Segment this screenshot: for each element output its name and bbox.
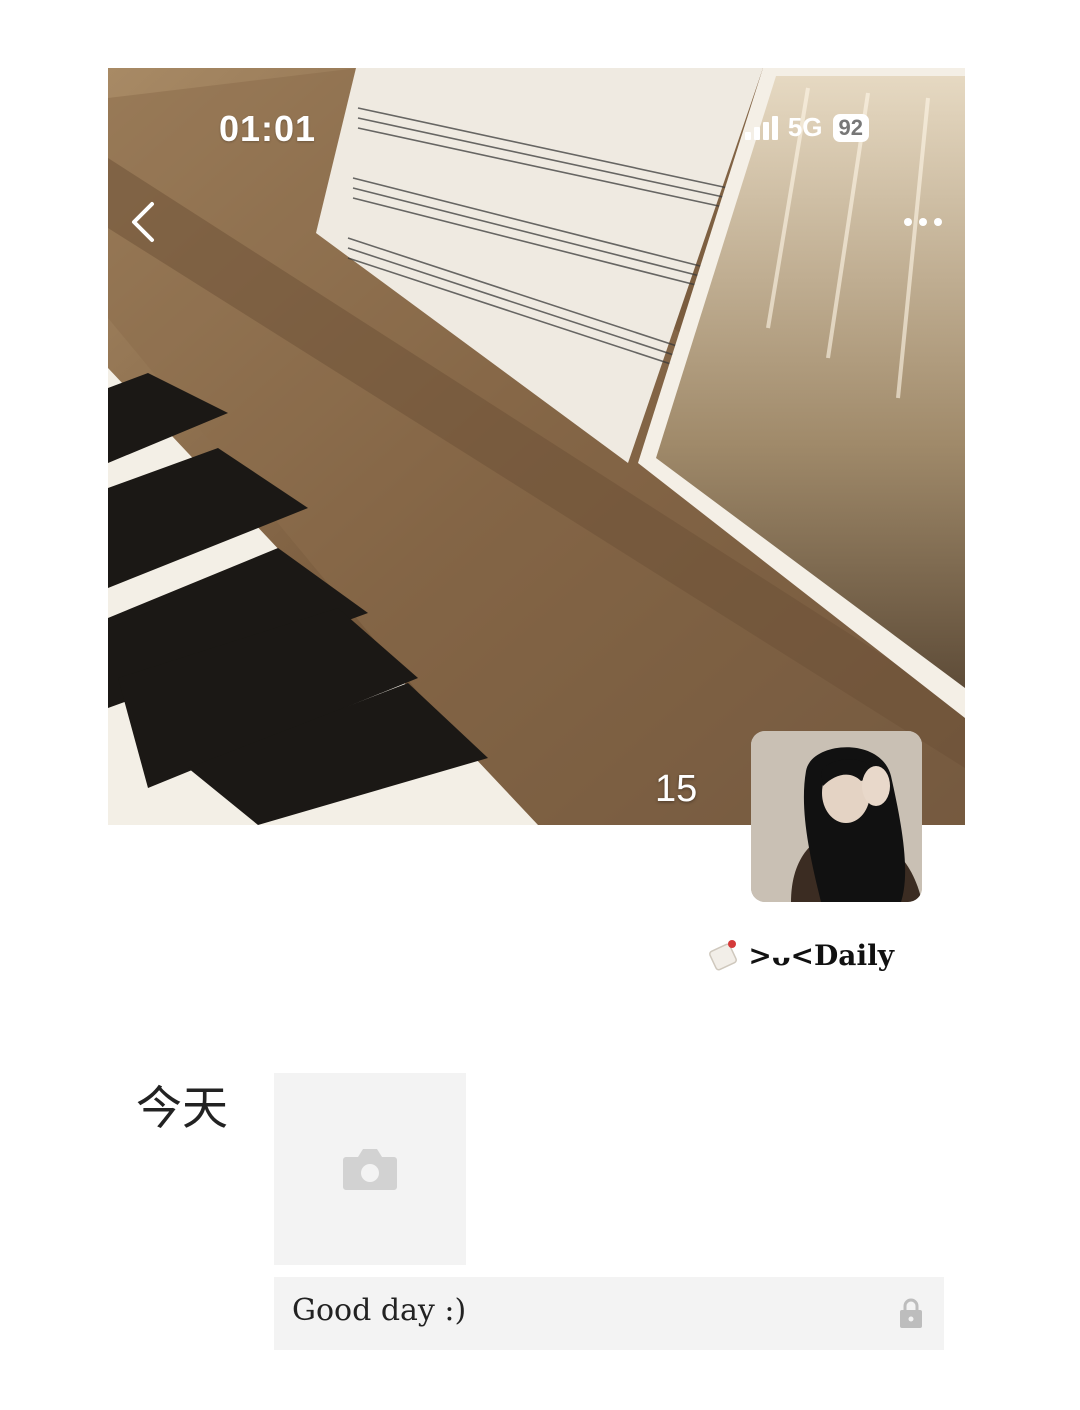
- signal-icon: [744, 115, 778, 140]
- piano-photo: [108, 68, 965, 825]
- back-button[interactable]: [126, 200, 162, 244]
- day-label: 今天: [136, 1081, 228, 1135]
- profile-name[interactable]: >ᴗ<Daily: [708, 938, 894, 972]
- profile-name-text: >ᴗ<Daily: [748, 938, 894, 972]
- battery-level: 92: [832, 113, 869, 142]
- camera-icon: [343, 1149, 397, 1190]
- network-type: 5G: [787, 112, 823, 142]
- more-dots-icon: [904, 218, 942, 226]
- status-icons: 5G 92: [744, 112, 869, 143]
- tag-sticker-icon: [709, 940, 738, 971]
- status-time: 01:01: [219, 108, 317, 149]
- more-button[interactable]: [903, 212, 943, 232]
- post-text: Good day :): [292, 1293, 467, 1328]
- post-text-card[interactable]: Good day :): [274, 1277, 944, 1350]
- cover-count: 15: [655, 768, 698, 810]
- lock-icon: [900, 1298, 922, 1328]
- post-photo[interactable]: [274, 1073, 466, 1265]
- avatar[interactable]: [751, 731, 922, 902]
- cover-image[interactable]: 01:01 5G 92 15: [108, 68, 965, 825]
- chevron-left-icon: [132, 202, 154, 242]
